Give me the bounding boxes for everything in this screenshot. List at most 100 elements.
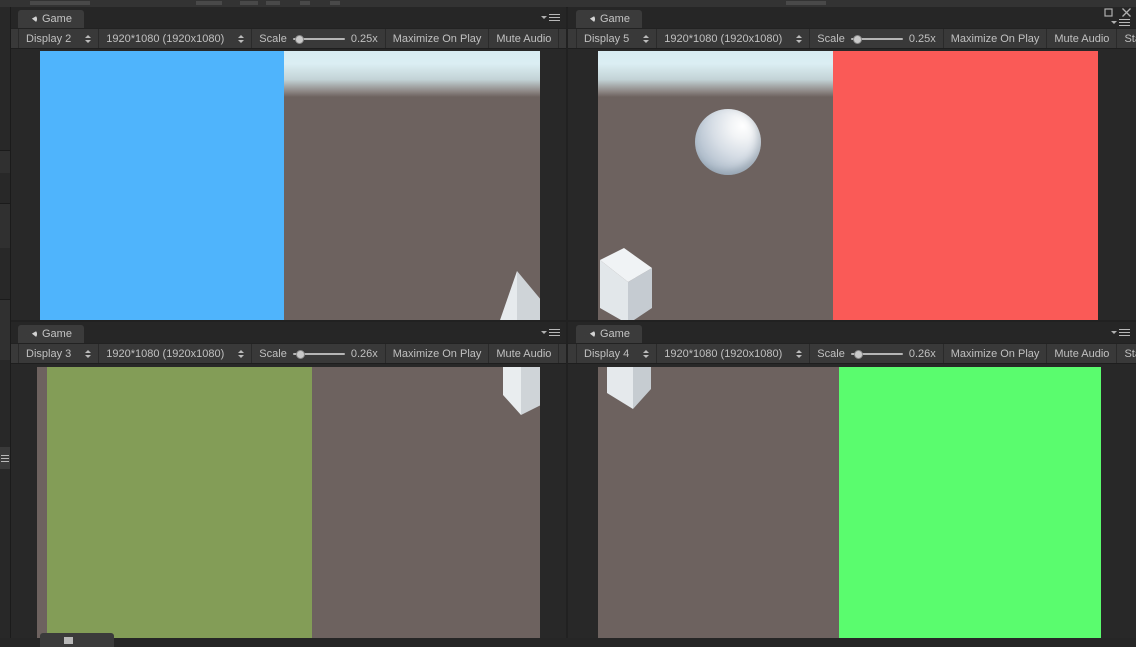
close-icon[interactable] (1121, 7, 1132, 18)
chevron-updown-icon (643, 349, 650, 358)
scale-label: Scale (817, 32, 845, 45)
bottom-dock-tab[interactable] (40, 633, 114, 647)
window-controls[interactable] (1084, 4, 1132, 20)
display-value: Display 3 (26, 347, 72, 360)
scale-control[interactable]: Scale 0.26x (252, 344, 386, 363)
maximize-icon[interactable] (1103, 7, 1114, 18)
display-dropdown[interactable]: Display 5 (576, 29, 658, 48)
cube-bottom-right (495, 271, 540, 320)
bottom-dock-bar (0, 638, 1136, 647)
resolution-dropdown[interactable]: 1920*1080 (1920x1080) (99, 344, 253, 363)
scale-value: 0.26x (350, 347, 378, 360)
chevron-updown-icon (238, 349, 245, 358)
mute-audio-button[interactable]: Mute Audio (1047, 29, 1118, 48)
panel-options-icon[interactable] (1110, 326, 1130, 339)
resolution-value: 1920*1080 (1920x1080) (664, 32, 783, 45)
chevron-updown-icon (796, 349, 803, 358)
game-render (37, 367, 540, 647)
display-dropdown[interactable]: Display 3 (18, 344, 100, 363)
scale-control[interactable]: Scale 0.26x (810, 344, 944, 363)
game-panel-top-left: Game Display 2 1920*1080 (1920x1080) Sca… (10, 7, 566, 320)
game-toolbar: Display 3 1920*1080 (1920x1080) Scale 0.… (10, 343, 566, 364)
game-toolbar: Display 2 1920*1080 (1920x1080) Scale 0.… (10, 28, 566, 49)
game-viewport[interactable] (568, 364, 1136, 647)
scale-slider[interactable] (850, 348, 903, 360)
dock-drag-handle[interactable] (0, 447, 10, 469)
panel-tabbar: Game (568, 322, 1136, 343)
display-dropdown[interactable]: Display 4 (576, 344, 658, 363)
maximize-on-play-button[interactable]: Maximize On Play (944, 344, 1048, 363)
maximize-on-play-button[interactable]: Maximize On Play (944, 29, 1048, 48)
cube-top-right (497, 367, 540, 425)
cube-left (598, 246, 660, 320)
display-value: Display 2 (26, 32, 72, 45)
display-dropdown[interactable]: Display 2 (18, 29, 100, 48)
tab-game[interactable]: Game (18, 325, 84, 343)
unity-game-icon (26, 14, 37, 24)
game-panel-bottom-right: Game Display 4 1920*1080 (1920x1080) Sca… (568, 322, 1136, 647)
chevron-updown-icon (643, 34, 650, 43)
game-render (598, 51, 1098, 320)
chevron-updown-icon (85, 349, 92, 358)
resolution-value: 1920*1080 (1920x1080) (106, 347, 225, 360)
mute-audio-button[interactable]: Mute Audio (489, 29, 560, 48)
scale-slider[interactable] (850, 33, 903, 45)
game-viewport[interactable] (10, 49, 566, 320)
scale-value: 0.26x (908, 347, 936, 360)
resolution-dropdown[interactable]: 1920*1080 (1920x1080) (99, 29, 253, 48)
unity-editor-window: Game Display 2 1920*1080 (1920x1080) Sca… (0, 0, 1136, 647)
tab-game[interactable]: Game (576, 325, 642, 343)
scale-slider[interactable] (292, 33, 345, 45)
stats-button[interactable]: Stats (559, 344, 566, 363)
panel-tabbar: Game (10, 7, 566, 28)
scale-control[interactable]: Scale 0.25x (252, 29, 386, 48)
mute-audio-button[interactable]: Mute Audio (489, 344, 560, 363)
resolution-dropdown[interactable]: 1920*1080 (1920x1080) (657, 29, 811, 48)
tab-label: Game (42, 328, 72, 340)
tab-label: Game (600, 13, 630, 25)
chevron-updown-icon (796, 34, 803, 43)
maximize-on-play-button[interactable]: Maximize On Play (386, 344, 490, 363)
unity-game-icon (584, 329, 595, 339)
stats-button[interactable]: Stats (1117, 29, 1136, 48)
scale-label: Scale (259, 32, 287, 45)
scale-control[interactable]: Scale 0.25x (810, 29, 944, 48)
game-viewport[interactable] (10, 364, 566, 647)
panel-options-icon[interactable] (540, 11, 560, 24)
game-viewport[interactable] (568, 49, 1136, 320)
left-dock-strip[interactable] (0, 7, 11, 647)
cube-top-left (598, 367, 663, 432)
stats-button[interactable]: Stats (1117, 344, 1136, 363)
game-render (598, 367, 1101, 647)
display-value: Display 4 (584, 347, 630, 360)
overlay-color-red (833, 51, 1098, 320)
tab-game[interactable]: Game (576, 10, 642, 28)
mute-audio-button[interactable]: Mute Audio (1047, 344, 1118, 363)
scale-label: Scale (259, 347, 287, 360)
game-render (40, 51, 540, 320)
game-panel-top-right: Game Display 5 1920*1080 (1920x1080) Sca… (568, 7, 1136, 320)
chevron-updown-icon (238, 34, 245, 43)
scale-label: Scale (817, 347, 845, 360)
tab-game[interactable]: Game (18, 10, 84, 28)
resolution-value: 1920*1080 (1920x1080) (664, 347, 783, 360)
resolution-dropdown[interactable]: 1920*1080 (1920x1080) (657, 344, 811, 363)
overlay-color-olive (47, 367, 312, 647)
stats-button[interactable]: Stats (559, 29, 566, 48)
game-toolbar: Display 4 1920*1080 (1920x1080) Scale 0.… (568, 343, 1136, 364)
panel-options-icon[interactable] (540, 326, 560, 339)
sphere-center (695, 109, 761, 175)
chevron-updown-icon (85, 34, 92, 43)
scale-slider[interactable] (292, 348, 345, 360)
game-panel-bottom-left: Game Display 3 1920*1080 (1920x1080) Sca… (10, 322, 566, 647)
unity-game-icon (584, 14, 595, 24)
resolution-value: 1920*1080 (1920x1080) (106, 32, 225, 45)
panel-tabbar: Game (10, 322, 566, 343)
bottom-tab-icon (64, 637, 73, 644)
maximize-on-play-button[interactable]: Maximize On Play (386, 29, 490, 48)
tab-label: Game (42, 13, 72, 25)
panel-tabbar: Game (568, 7, 1136, 28)
game-toolbar: Display 5 1920*1080 (1920x1080) Scale 0.… (568, 28, 1136, 49)
overlay-color-green (839, 367, 1101, 647)
tab-label: Game (600, 328, 630, 340)
